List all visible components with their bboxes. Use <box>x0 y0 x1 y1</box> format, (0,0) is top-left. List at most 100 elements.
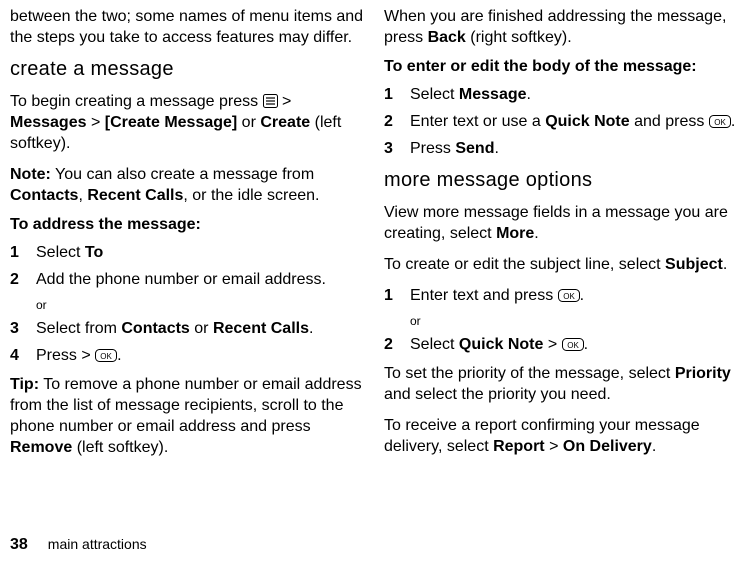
note-label: Note: <box>10 166 51 183</box>
step-text: Add the phone number or email address. <box>36 269 364 290</box>
note: Note: You can also create a message from… <box>10 164 364 206</box>
text: Select <box>36 244 85 261</box>
step-number: 1 <box>384 285 410 306</box>
subject-steps: 1 Enter text and press OK. <box>384 285 746 306</box>
label-contacts: Contacts <box>121 320 189 337</box>
text: . <box>584 336 588 353</box>
text: Press > <box>36 347 95 364</box>
label-on-delivery: On Delivery <box>563 438 652 455</box>
text: , <box>78 187 87 204</box>
step-number: 3 <box>384 138 410 159</box>
step-text: Enter text and press OK. <box>410 285 746 306</box>
text: . <box>580 287 584 304</box>
text: . <box>723 256 727 273</box>
step-text: Select Message. <box>410 84 746 105</box>
text: , or the idle screen. <box>183 187 319 204</box>
svg-text:OK: OK <box>563 292 575 301</box>
text: > <box>543 336 561 353</box>
ok-key-icon: OK <box>562 338 584 351</box>
text: > <box>87 114 105 131</box>
address-steps: 1 Select To 2 Add the phone number or em… <box>10 242 364 290</box>
heading-address-message: To address the message: <box>10 216 364 234</box>
step-text: Enter text or use a Quick Note and press… <box>410 111 746 132</box>
text: View more message fields in a message yo… <box>384 204 728 242</box>
label-send: Send <box>455 140 494 157</box>
page-number: 38 <box>10 536 28 554</box>
list-item: 2 Select Quick Note > OK. <box>384 334 746 355</box>
address-steps-continued: 3 Select from Contacts or Recent Calls. … <box>10 318 364 366</box>
list-item: 1 Select To <box>10 242 364 263</box>
step-number: 1 <box>384 84 410 105</box>
text: > <box>278 93 292 110</box>
step-text: Select from Contacts or Recent Calls. <box>36 318 364 339</box>
list-item: 3 Select from Contacts or Recent Calls. <box>10 318 364 339</box>
label-remove: Remove <box>10 439 72 456</box>
report-text: To receive a report confirming your mess… <box>384 415 746 457</box>
label-recent-calls: Recent Calls <box>87 187 183 204</box>
body-steps: 1 Select Message. 2 Enter text or use a … <box>384 84 746 159</box>
step-text: Select Quick Note > OK. <box>410 334 746 355</box>
right-column: When you are finished addressing the mes… <box>378 6 746 564</box>
label-messages: Messages <box>10 114 87 131</box>
text: (right softkey). <box>466 29 572 46</box>
list-item: 1 Select Message. <box>384 84 746 105</box>
heading-create-a-message: create a message <box>10 58 364 81</box>
step-text: Select To <box>36 242 364 263</box>
text: . <box>494 140 498 157</box>
section-title: main attractions <box>48 536 147 552</box>
label-create-message: [Create Message] <box>105 114 238 131</box>
text: To remove a phone number or email addres… <box>10 376 362 435</box>
text: Press <box>410 140 455 157</box>
label-message: Message <box>459 86 527 103</box>
text: or <box>190 320 213 337</box>
label-back: Back <box>428 29 466 46</box>
menu-icon <box>263 94 278 108</box>
tip-label: Tip: <box>10 376 39 393</box>
label-quick-note: Quick Note <box>459 336 543 353</box>
text: Select <box>410 86 459 103</box>
ok-key-icon: OK <box>95 349 117 362</box>
text: and press <box>630 113 709 130</box>
label-to: To <box>85 244 103 261</box>
or-separator: or <box>410 314 746 328</box>
text: Select from <box>36 320 121 337</box>
list-item: 2 Enter text or use a Quick Note and pre… <box>384 111 746 132</box>
text: To begin creating a message press <box>10 93 263 110</box>
text: To set the priority of the message, sele… <box>384 365 675 382</box>
text: . <box>527 86 531 103</box>
heading-enter-body: To enter or edit the body of the message… <box>384 58 746 76</box>
list-item: 4 Press > OK. <box>10 345 364 366</box>
label-contacts: Contacts <box>10 187 78 204</box>
finish-text: When you are finished addressing the mes… <box>384 6 746 48</box>
label-subject: Subject <box>665 256 723 273</box>
step-text: Press > OK. <box>36 345 364 366</box>
text: Select <box>410 336 459 353</box>
step-number: 2 <box>384 334 410 355</box>
ok-key-icon: OK <box>709 115 731 128</box>
step-number: 4 <box>10 345 36 366</box>
label-create: Create <box>260 114 310 131</box>
text: Enter text and press <box>410 287 558 304</box>
text: You can also create a message from <box>51 166 314 183</box>
text: . <box>309 320 313 337</box>
label-quick-note: Quick Note <box>545 113 629 130</box>
subject-steps-continued: 2 Select Quick Note > OK. <box>384 334 746 355</box>
svg-text:OK: OK <box>567 341 579 350</box>
tip: Tip: To remove a phone number or email a… <box>10 374 364 458</box>
text: or <box>237 114 260 131</box>
text: Enter text or use a <box>410 113 545 130</box>
text: . <box>534 225 538 242</box>
manual-page: between the two; some names of menu item… <box>0 0 756 564</box>
text: > <box>545 438 563 455</box>
continuation-text: between the two; some names of menu item… <box>10 6 364 48</box>
left-column: between the two; some names of menu item… <box>10 6 378 564</box>
label-report: Report <box>493 438 545 455</box>
label-more: More <box>496 225 534 242</box>
text: and select the priority you need. <box>384 386 611 403</box>
text: . <box>731 113 735 130</box>
step-text: Press Send. <box>410 138 746 159</box>
priority-text: To set the priority of the message, sele… <box>384 363 746 405</box>
more-fields-text: View more message fields in a message yo… <box>384 202 746 244</box>
svg-text:OK: OK <box>714 118 726 127</box>
text: (left softkey). <box>72 439 168 456</box>
